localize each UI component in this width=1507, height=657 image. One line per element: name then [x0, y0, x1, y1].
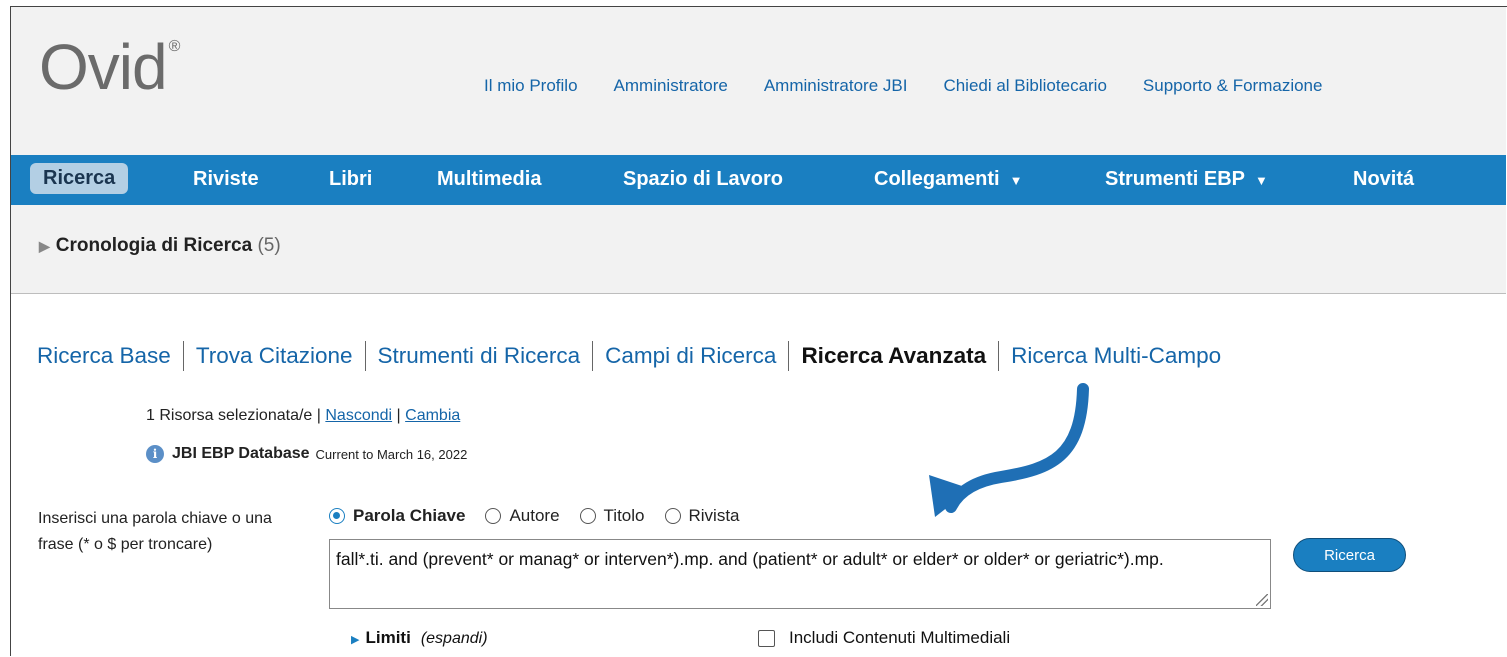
ovid-window: Ovid ® Il mio Profilo Amministratore Ammi… — [10, 6, 1507, 656]
annotation-arrow-icon — [929, 383, 1089, 517]
